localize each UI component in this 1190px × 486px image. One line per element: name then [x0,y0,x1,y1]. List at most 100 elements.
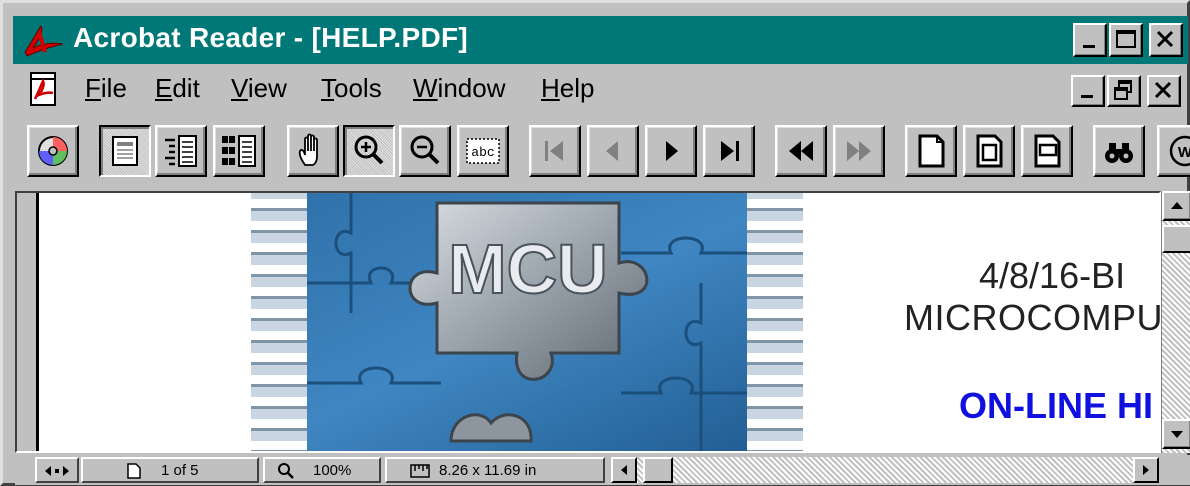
minimize-icon [1083,45,1095,48]
doc-minimize-button[interactable] [1071,75,1105,107]
menu-window-mnemonic: W [413,73,438,103]
scroll-left-button[interactable] [611,457,637,483]
acrobat-reader-window: Acrobat Reader - [HELP.PDF] File Edit Vi… [0,0,1190,486]
menu-file[interactable]: File [85,73,127,104]
vertical-scrollbar[interactable] [1161,191,1190,453]
scroll-right-button[interactable] [1133,457,1159,483]
next-page-icon [666,141,678,161]
page-icon [127,463,141,479]
window-title: Acrobat Reader - [HELP.PDF] [73,22,468,53]
zoom-in-button[interactable] [343,125,395,177]
status-bar: 1 of 5 100% 8.26 x 11.69 in [15,455,1190,485]
bookmarks-and-page-button[interactable] [155,125,207,177]
fit-width-icon [1034,134,1061,168]
menu-help-rest: elp [559,73,595,103]
arrow-right-icon [1143,465,1149,475]
menu-edit[interactable]: Edit [155,73,200,104]
toolbar: abc W [13,119,1190,185]
cover-title-line-3: ON-LINE HI [959,385,1153,426]
zoom-out-button[interactable] [399,125,451,177]
first-page-icon [545,141,563,161]
fit-width-button[interactable] [1021,125,1073,177]
page-size-field[interactable]: 8.26 x 11.69 in [385,457,605,483]
vertical-scroll-thumb[interactable] [1162,225,1190,253]
svg-text:W: W [1178,144,1190,161]
navigation-pane-divider[interactable] [17,193,39,451]
pdf-page[interactable]: MCU 4/8/16-BI MICROCOMPU ON-LINE HI [39,193,1161,451]
page-only-icon [112,136,138,166]
actual-size-button[interactable] [905,125,957,177]
magnifier-icon [278,463,294,479]
last-page-icon [721,141,739,161]
menu-view[interactable]: View [231,73,287,104]
go-forward-icon [847,141,871,161]
menu-window[interactable]: Window [413,73,505,104]
bookmarks-and-page-icon [165,135,197,167]
title-bar[interactable]: Acrobat Reader - [HELP.PDF] [13,16,1188,64]
page-number-text: 1 of 5 [161,462,199,479]
web-link-icon: W [1169,135,1190,167]
menu-help[interactable]: Help [541,73,594,104]
menu-edit-rest: dit [172,73,200,103]
zoom-in-icon [354,135,384,165]
go-back-icon [789,141,813,161]
menu-file-rest: ile [100,73,127,103]
last-page-button[interactable] [703,125,755,177]
page-only-button[interactable] [99,125,151,177]
menu-bar: File Edit View Tools Window Help [13,65,1188,115]
fit-page-icon [976,134,1003,168]
zoom-level-text: 100% [313,462,352,479]
doc-restore-button[interactable] [1107,75,1141,107]
go-forward-button[interactable] [833,125,885,177]
thumbnails-and-page-icon [222,135,256,167]
minimize-button[interactable] [1073,23,1107,57]
go-back-button[interactable] [775,125,827,177]
menu-window-rest: indow [437,73,506,103]
split-arrows-icon [45,466,69,476]
hand-tool-icon [298,133,318,166]
menu-view-mnemonic: V [231,73,248,103]
menu-tools-mnemonic: T [321,73,334,103]
next-page-button[interactable] [645,125,697,177]
previous-page-icon [606,141,618,161]
menu-file-mnemonic: F [85,73,101,103]
scroll-up-button[interactable] [1162,191,1190,221]
close-icon [1154,81,1172,99]
text-select-icon: abc [466,138,500,164]
zoom-out-icon [410,135,440,165]
arrow-up-icon [1171,202,1183,209]
maximize-icon [1116,30,1136,48]
page-number-field[interactable]: 1 of 5 [81,457,259,483]
doc-close-button[interactable] [1147,75,1181,107]
maximize-button[interactable] [1109,23,1143,57]
ruler-icon [410,464,430,478]
web-link-button[interactable]: W [1157,125,1190,177]
scroll-down-button[interactable] [1162,419,1190,449]
zoom-field[interactable]: 100% [263,457,381,483]
menu-help-mnemonic: H [541,73,560,103]
pane-splitter[interactable] [35,457,79,483]
cover-title-line-2: MICROCOMPU [904,297,1161,338]
cover-title-line-1: 4/8/16-BI [979,255,1126,296]
close-button[interactable] [1149,23,1183,57]
thumbnails-and-page-button[interactable] [213,125,265,177]
close-icon [1156,30,1174,48]
acrobat-logo-icon[interactable] [19,22,67,58]
find-button[interactable] [1093,125,1145,177]
actual-size-icon [918,134,945,168]
previous-page-button[interactable] [587,125,639,177]
document-view[interactable]: MCU 4/8/16-BI MICROCOMPU ON-LINE HI [15,191,1161,453]
page-size-text: 8.26 x 11.69 in [439,462,537,479]
arrow-left-icon [621,465,627,475]
mcu-puzzle-cover-image: MCU [251,193,803,451]
fit-page-button[interactable] [963,125,1015,177]
restore-icon [1114,80,1132,100]
text-select-button[interactable]: abc [457,125,509,177]
open-cd-button[interactable] [27,125,79,177]
horizontal-scroll-thumb[interactable] [643,457,673,483]
first-page-button[interactable] [529,125,581,177]
horizontal-scrollbar[interactable] [611,457,1159,483]
document-system-menu-icon[interactable] [27,69,61,109]
menu-tools[interactable]: Tools [321,73,382,104]
hand-tool-button[interactable] [287,125,339,177]
